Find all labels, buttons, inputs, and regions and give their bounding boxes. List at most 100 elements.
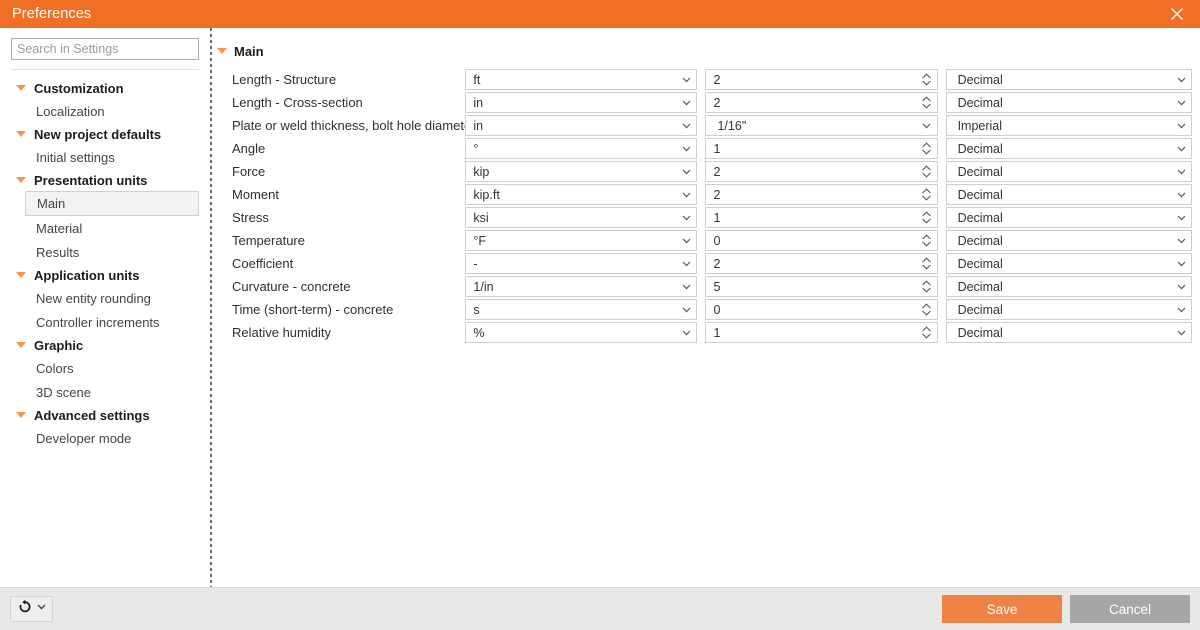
window-title: Preferences bbox=[12, 0, 91, 28]
section-header[interactable]: Main bbox=[217, 40, 1200, 62]
chevron-down-icon bbox=[1171, 165, 1191, 178]
unit-dropdown[interactable]: - bbox=[465, 253, 697, 274]
precision-value: 1 bbox=[706, 142, 916, 156]
unit-dropdown[interactable]: kip bbox=[465, 161, 697, 182]
settings-row: Angle°1Decimal bbox=[211, 137, 1200, 160]
unit-dropdown[interactable]: % bbox=[465, 322, 697, 343]
format-dropdown[interactable]: Decimal bbox=[946, 230, 1192, 251]
unit-dropdown[interactable]: ksi bbox=[465, 207, 697, 228]
unit-value: ksi bbox=[466, 211, 676, 225]
unit-dropdown[interactable]: in bbox=[465, 115, 697, 136]
settings-row: Forcekip2Decimal bbox=[211, 160, 1200, 183]
save-button[interactable]: Save bbox=[942, 595, 1062, 623]
precision-value: 2 bbox=[706, 165, 916, 179]
settings-row: Time (short-term) - concretes0 Decimal bbox=[211, 298, 1200, 321]
close-icon[interactable] bbox=[1154, 0, 1200, 28]
stepper-arrows-icon[interactable] bbox=[917, 72, 937, 87]
precision-dropdown[interactable]: 1/16" bbox=[705, 115, 937, 136]
precision-value: 2 bbox=[706, 96, 916, 110]
stepper-arrows-icon[interactable] bbox=[917, 256, 937, 271]
setting-label: Time (short-term) - concrete bbox=[211, 302, 465, 317]
precision-stepper[interactable]: 2 bbox=[705, 92, 937, 113]
unit-dropdown[interactable]: ft bbox=[465, 69, 697, 90]
stepper-arrows-icon[interactable] bbox=[917, 279, 937, 294]
panel-splitter[interactable] bbox=[210, 28, 213, 587]
stepper-arrows-icon[interactable] bbox=[917, 95, 937, 110]
precision-value: 1 bbox=[706, 326, 916, 340]
unit-value: - bbox=[466, 257, 676, 271]
sidebar-group-graphic[interactable]: Graphic bbox=[0, 334, 210, 356]
format-dropdown[interactable]: Decimal bbox=[946, 253, 1192, 274]
settings-row: Plate or weld thickness, bolt hole diame… bbox=[211, 114, 1200, 137]
setting-label: Curvature - concrete bbox=[211, 279, 465, 294]
sidebar-item-controller-increments[interactable]: Controller increments bbox=[0, 310, 199, 334]
precision-stepper[interactable]: 0 bbox=[705, 299, 937, 320]
format-dropdown[interactable]: Decimal bbox=[946, 69, 1192, 90]
unit-dropdown[interactable]: s bbox=[465, 299, 697, 320]
format-dropdown[interactable]: Decimal bbox=[946, 299, 1192, 320]
cancel-button[interactable]: Cancel bbox=[1070, 595, 1190, 623]
unit-dropdown[interactable]: ° bbox=[465, 138, 697, 159]
sidebar-item-new-entity-rounding[interactable]: New entity rounding bbox=[0, 286, 199, 310]
sidebar-item-3d-scene[interactable]: 3D scene bbox=[0, 380, 199, 404]
sidebar-item-main[interactable]: Main bbox=[25, 191, 199, 216]
chevron-down-icon bbox=[1171, 211, 1191, 224]
format-dropdown[interactable]: Decimal bbox=[946, 92, 1192, 113]
format-dropdown[interactable]: Decimal bbox=[946, 161, 1192, 182]
precision-stepper[interactable]: 1 bbox=[705, 138, 937, 159]
format-dropdown[interactable]: Imperial bbox=[946, 115, 1192, 136]
sidebar-item-localization[interactable]: Localization bbox=[0, 99, 199, 123]
setting-label: Length - Cross-section bbox=[211, 95, 465, 110]
search-input[interactable] bbox=[11, 38, 199, 60]
chevron-down-icon bbox=[676, 234, 696, 247]
precision-stepper[interactable]: 2 bbox=[705, 184, 937, 205]
sidebar-item-initial-settings[interactable]: Initial settings bbox=[0, 145, 199, 169]
sidebar-group-advanced-settings[interactable]: Advanced settings bbox=[0, 404, 210, 426]
restore-defaults-button[interactable] bbox=[10, 596, 53, 622]
stepper-arrows-icon[interactable] bbox=[917, 233, 937, 248]
precision-stepper[interactable]: 5 bbox=[705, 276, 937, 297]
setting-label: Relative humidity bbox=[211, 325, 465, 340]
sidebar-group-label: Advanced settings bbox=[34, 408, 150, 423]
settings-row: Stressksi1Decimal bbox=[211, 206, 1200, 229]
stepper-arrows-icon[interactable] bbox=[917, 325, 937, 340]
precision-stepper[interactable]: 2 bbox=[705, 69, 937, 90]
unit-dropdown[interactable]: 1/in bbox=[465, 276, 697, 297]
precision-stepper[interactable]: 0 bbox=[705, 230, 937, 251]
format-dropdown[interactable]: Decimal bbox=[946, 184, 1192, 205]
sidebar-item-colors[interactable]: Colors bbox=[0, 356, 199, 380]
sidebar-item-material[interactable]: Material bbox=[0, 216, 199, 240]
stepper-arrows-icon[interactable] bbox=[917, 210, 937, 225]
settings-row: Length - Cross-sectionin 2 Decimal bbox=[211, 91, 1200, 114]
chevron-down-icon bbox=[917, 119, 937, 132]
unit-value: kip bbox=[466, 165, 676, 179]
unit-dropdown[interactable]: °F bbox=[465, 230, 697, 251]
format-dropdown[interactable]: Decimal bbox=[946, 322, 1192, 343]
stepper-arrows-icon[interactable] bbox=[917, 187, 937, 202]
unit-dropdown[interactable]: in bbox=[465, 92, 697, 113]
sidebar-group-customization[interactable]: Customization bbox=[0, 77, 210, 99]
precision-stepper[interactable]: 2 bbox=[705, 253, 937, 274]
sidebar-item-results[interactable]: Results bbox=[0, 240, 199, 264]
setting-label: Temperature bbox=[211, 233, 465, 248]
units-settings-table: Length - Structureft2DecimalLength - Cro… bbox=[211, 68, 1200, 344]
unit-dropdown[interactable]: kip.ft bbox=[465, 184, 697, 205]
sidebar-group-new-project-defaults[interactable]: New project defaults bbox=[0, 123, 210, 145]
dialog-footer: Save Cancel bbox=[0, 588, 1200, 630]
triangle-down-icon bbox=[16, 177, 26, 183]
sidebar-item-developer-mode[interactable]: Developer mode bbox=[0, 426, 199, 450]
sidebar-group-application-units[interactable]: Application units bbox=[0, 264, 210, 286]
precision-stepper[interactable]: 2 bbox=[705, 161, 937, 182]
precision-stepper[interactable]: 1 bbox=[705, 207, 937, 228]
precision-stepper[interactable]: 1 bbox=[705, 322, 937, 343]
stepper-arrows-icon[interactable] bbox=[917, 164, 937, 179]
stepper-arrows-icon[interactable] bbox=[917, 302, 937, 317]
format-value: Decimal bbox=[947, 326, 1171, 340]
sidebar-group-presentation-units[interactable]: Presentation units bbox=[0, 169, 210, 191]
stepper-arrows-icon[interactable] bbox=[917, 141, 937, 156]
triangle-down-icon bbox=[16, 342, 26, 348]
unit-value: in bbox=[466, 96, 676, 110]
format-dropdown[interactable]: Decimal bbox=[946, 138, 1192, 159]
format-dropdown[interactable]: Decimal bbox=[946, 276, 1192, 297]
format-dropdown[interactable]: Decimal bbox=[946, 207, 1192, 228]
